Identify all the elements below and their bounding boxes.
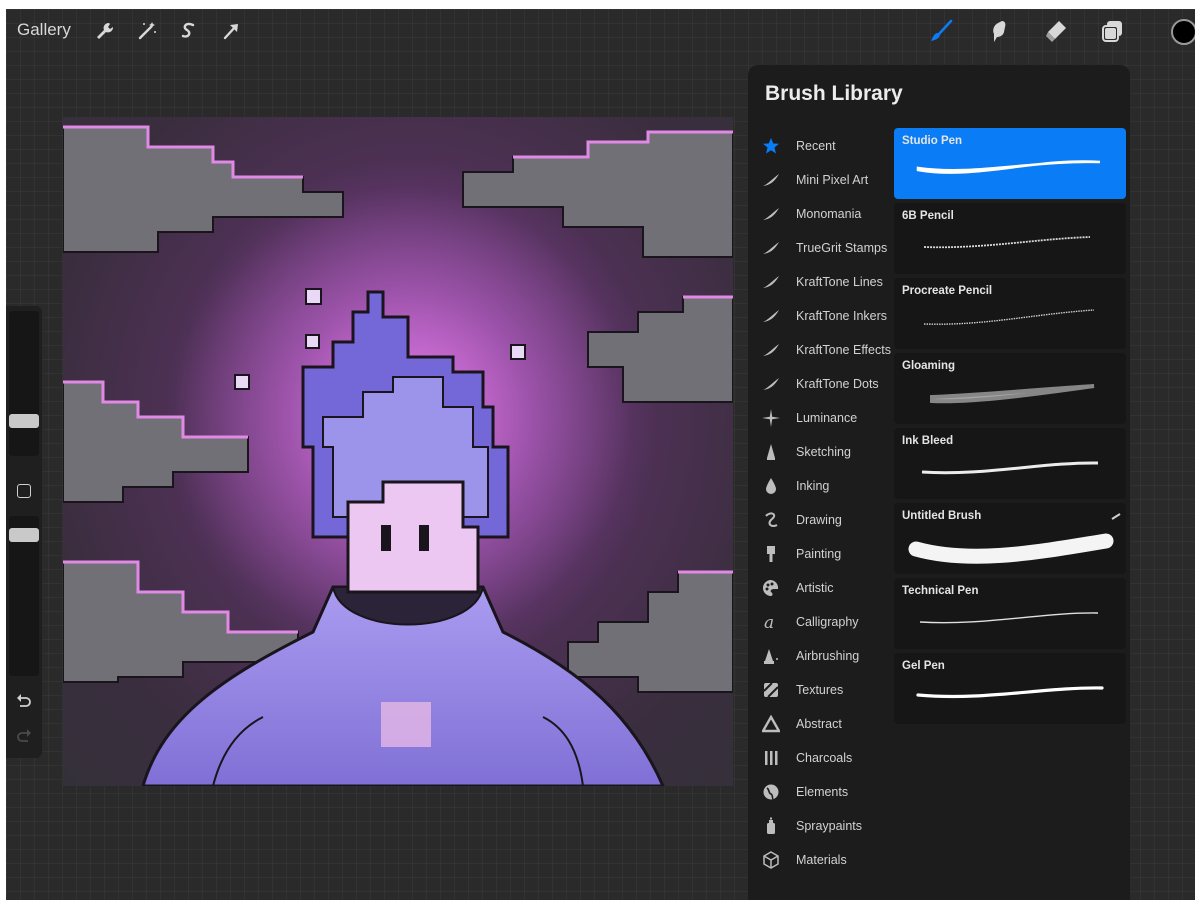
top-toolbar: Gallery xyxy=(6,9,1195,55)
brush-set-calligraphy[interactable]: a Calligraphy xyxy=(748,605,898,639)
star-icon xyxy=(762,137,780,155)
brush-stroke-preview xyxy=(923,236,1091,249)
left-sidebar xyxy=(6,306,42,758)
brush-stroke-preview xyxy=(916,686,1104,699)
brush-procreate-pencil[interactable]: Procreate Pencil xyxy=(894,278,1126,349)
brush-set-monomania[interactable]: Monomania xyxy=(748,197,898,231)
selection-icon[interactable] xyxy=(176,18,202,44)
brush-set-spraypaints[interactable]: Spraypaints xyxy=(748,809,898,843)
brush-set-abstract[interactable]: Abstract xyxy=(748,707,898,741)
brush-set-drawing[interactable]: Drawing xyxy=(748,503,898,537)
brush-set-sketching[interactable]: Sketching xyxy=(748,435,898,469)
globe-icon xyxy=(762,783,780,801)
brush-set-airbrushing[interactable]: Airbrushing xyxy=(748,639,898,673)
brush-untitled-brush[interactable]: Untitled Brush xyxy=(894,503,1126,574)
brush-ink-bleed[interactable]: Ink Bleed xyxy=(894,428,1126,499)
paintbrush-icon xyxy=(762,545,780,563)
brush-set-krafttone-dots[interactable]: KraftTone Dots xyxy=(748,367,898,401)
layers-icon[interactable] xyxy=(1099,18,1125,44)
brush-set-luminance[interactable]: Luminance xyxy=(748,401,898,435)
brush-set-charcoals[interactable]: Charcoals xyxy=(748,741,898,775)
brush-library-title: Brush Library xyxy=(765,82,903,105)
brush-set-krafttone-lines[interactable]: KraftTone Lines xyxy=(748,265,898,299)
smudge-icon[interactable] xyxy=(986,18,1012,44)
pencil-tip-icon xyxy=(762,443,780,461)
calligraphy-icon: a xyxy=(762,613,780,631)
brush-set-recent[interactable]: Recent xyxy=(748,129,898,163)
brush-6b-pencil[interactable]: 6B Pencil xyxy=(894,203,1126,274)
spray-can-icon xyxy=(762,817,780,835)
artwork-illustration xyxy=(63,125,733,786)
brush-stroke-preview xyxy=(919,612,1099,624)
brush-stroke-preview xyxy=(921,461,1099,475)
color-picker-swatch[interactable] xyxy=(1171,19,1195,45)
squiggle-icon xyxy=(762,511,780,529)
brush-set-materials[interactable]: Materials xyxy=(748,843,898,877)
brush-stroke-icon xyxy=(762,273,780,291)
brush-set-textures[interactable]: Textures xyxy=(748,673,898,707)
modifier-button[interactable] xyxy=(17,484,31,498)
brush-set-artistic[interactable]: Artistic xyxy=(748,571,898,605)
charcoal-icon xyxy=(762,749,780,767)
brush-set-krafttone-inkers[interactable]: KraftTone Inkers xyxy=(748,299,898,333)
brush-gloaming[interactable]: Gloaming xyxy=(894,353,1126,424)
brush-set-inking[interactable]: Inking xyxy=(748,469,898,503)
palette-icon xyxy=(762,579,780,597)
sparkle-icon xyxy=(762,409,780,427)
svg-text:a: a xyxy=(764,613,774,631)
opacity-thumb[interactable] xyxy=(9,528,39,542)
gallery-button[interactable]: Gallery xyxy=(17,20,71,40)
redo-icon[interactable] xyxy=(14,726,34,746)
magic-wand-icon[interactable] xyxy=(134,18,160,44)
brush-studio-pen[interactable]: Studio Pen xyxy=(894,128,1126,199)
brush-stroke-icon xyxy=(762,341,780,359)
brush-icon[interactable] xyxy=(928,18,954,44)
brush-size-thumb[interactable] xyxy=(9,414,39,428)
brush-set-krafttone-effects[interactable]: KraftTone Effects xyxy=(748,333,898,367)
brush-stroke-icon xyxy=(762,307,780,325)
undo-icon[interactable] xyxy=(14,691,34,711)
eraser-icon[interactable] xyxy=(1043,18,1069,44)
ink-drop-icon xyxy=(762,477,780,495)
triangle-icon xyxy=(762,715,780,733)
brush-set-mini-pixel-art[interactable]: Mini Pixel Art xyxy=(748,163,898,197)
brush-set-painting[interactable]: Painting xyxy=(748,537,898,571)
brush-stroke-icon xyxy=(762,171,780,189)
brush-library-panel: Brush Library Recent Mini Pixel Art Mono… xyxy=(748,65,1130,900)
brush-set-elements[interactable]: Elements xyxy=(748,775,898,809)
brush-stroke-icon xyxy=(762,205,780,223)
brush-set-truegrit-stamps[interactable]: TrueGrit Stamps xyxy=(748,231,898,265)
brush-stroke-preview xyxy=(930,384,1095,404)
procreate-app: Gallery Brush Library Recent Mini Pixel … xyxy=(6,9,1195,900)
brush-stroke-preview xyxy=(908,513,1121,564)
cube-icon xyxy=(762,851,780,869)
brush-stroke-icon xyxy=(762,239,780,257)
brush-technical-pen[interactable]: Technical Pen xyxy=(894,578,1126,649)
brush-stroke-preview xyxy=(916,160,1101,174)
brush-gel-pen[interactable]: Gel Pen xyxy=(894,653,1126,724)
wrench-icon[interactable] xyxy=(92,18,118,44)
brush-stroke-icon xyxy=(762,375,780,393)
brush-stroke-preview xyxy=(923,309,1095,325)
texture-icon xyxy=(762,681,780,699)
airbrush-icon xyxy=(762,647,780,665)
brush-size-slider[interactable] xyxy=(9,311,39,456)
drawing-canvas[interactable] xyxy=(63,117,733,786)
transform-arrow-icon[interactable] xyxy=(218,18,244,44)
